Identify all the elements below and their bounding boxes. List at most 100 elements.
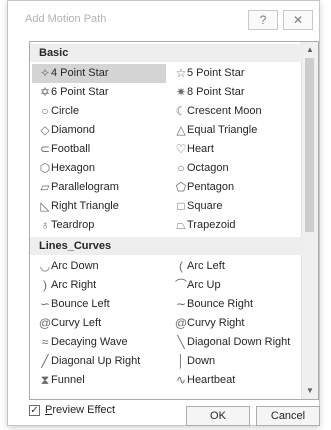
- list-item[interactable]: ✧ 4 Point Star: [32, 64, 166, 83]
- list-item[interactable]: ✷ 8 Point Star: [168, 83, 304, 102]
- list-item-label: 8 Point Star: [187, 86, 245, 98]
- list-item-label: Octagon: [187, 162, 229, 174]
- list-item-label: Decaying Wave: [51, 336, 128, 348]
- list-item[interactable]: ) Arc Right: [32, 276, 168, 295]
- list-item[interactable]: ⌒ Arc Up: [168, 276, 304, 295]
- trapezoid-icon: ⏢: [176, 218, 186, 232]
- help-button[interactable]: ?: [248, 10, 278, 30]
- diagonal-down-right-icon: ╲: [177, 335, 185, 349]
- list-item[interactable]: ╲ Diagonal Down Right: [168, 333, 304, 352]
- list-item[interactable]: ◺ Right Triangle: [32, 197, 168, 216]
- diagonal-up-right-icon: ╱: [41, 354, 49, 368]
- scrollbar-thumb[interactable]: [305, 58, 314, 232]
- list-item-label: Bounce Right: [187, 298, 254, 310]
- four-point-star-icon: ✧: [39, 66, 51, 80]
- list-item[interactable]: ○ Octagon: [168, 159, 304, 178]
- list-item-label: Funnel: [51, 374, 85, 386]
- close-button[interactable]: ✕: [283, 10, 313, 30]
- list-item-label: Hexagon: [51, 162, 96, 174]
- heartbeat-icon: ∿: [175, 373, 187, 387]
- list-item[interactable]: ⬠ Pentagon: [168, 178, 304, 197]
- list-item[interactable]: ☾ Crescent Moon: [168, 102, 304, 121]
- list-item[interactable]: ⬡ Hexagon: [32, 159, 168, 178]
- checkbox-box[interactable]: ✓: [29, 405, 40, 416]
- list-item-label: Down: [187, 355, 216, 367]
- list-item[interactable]: @ Curvy Left: [32, 314, 168, 333]
- section-header: Basic: [30, 44, 303, 62]
- list-item-label: Diamond: [51, 124, 96, 136]
- list-item-label: Parallelogram: [51, 181, 119, 193]
- list-item-label: Equal Triangle: [187, 124, 258, 136]
- list-item-label: Football: [51, 143, 91, 155]
- list-item[interactable]: ◇ Diamond: [32, 121, 168, 140]
- checkmark-icon: ✓: [30, 405, 39, 416]
- scroll-down-arrow-icon[interactable]: ▼: [302, 384, 318, 398]
- list-item-label: Teardrop: [51, 219, 95, 231]
- list-item-label: 5 Point Star: [187, 67, 245, 79]
- decaying-wave-icon: ≈: [41, 335, 49, 349]
- square-icon: □: [177, 199, 185, 213]
- list-item-label: Bounce Left: [51, 298, 110, 310]
- list-item[interactable]: ⊂ Football: [32, 140, 168, 159]
- list-item[interactable]: ∿ Heartbeat: [168, 371, 304, 390]
- list-item-label: Heartbeat: [187, 374, 236, 386]
- teardrop-icon: ♁: [40, 218, 50, 232]
- list-item-label: Circle: [51, 105, 80, 117]
- list-item[interactable]: ♡ Heart: [168, 140, 304, 159]
- list-item-label: Heart: [187, 143, 214, 155]
- list-item[interactable]: △ Equal Triangle: [168, 121, 304, 140]
- list-item-label: 6 Point Star: [51, 86, 109, 98]
- close-icon: ✕: [292, 13, 304, 27]
- add-motion-path-dialog: Add Motion Path ? ✕ ▲ ▼ Basic ✧ 4 Point St…: [7, 0, 320, 426]
- bounce-left-icon: ∽: [39, 297, 51, 311]
- list-item[interactable]: ∼ Bounce Right: [168, 295, 304, 314]
- list-item[interactable]: ╱ Diagonal Up Right: [32, 352, 168, 371]
- list-item[interactable]: ✡ 6 Point Star: [32, 83, 168, 102]
- list-item[interactable]: ◡ Arc Down: [32, 257, 168, 276]
- list-item[interactable]: (Arc Left: [168, 257, 304, 276]
- list-item[interactable]: @ Curvy Right: [168, 314, 304, 333]
- scroll-up-arrow-icon[interactable]: ▲: [302, 43, 318, 57]
- list-item-label: Crescent Moon: [187, 105, 262, 117]
- title-bar: Add Motion Path ? ✕: [8, 1, 319, 37]
- eight-point-star-icon: ✷: [175, 85, 187, 99]
- pentagon-icon: ⬠: [175, 180, 187, 194]
- ok-button[interactable]: OK: [186, 406, 250, 426]
- list-item[interactable]: ▱ Parallelogram: [32, 178, 168, 197]
- curvy-left-icon: @: [38, 316, 52, 330]
- list-item[interactable]: ○ Circle: [32, 102, 168, 121]
- list-item-label: Curvy Left: [51, 317, 102, 329]
- section-header: Lines_Curves: [30, 237, 303, 255]
- funnel-icon: ⧗: [40, 373, 50, 387]
- football-icon: ⊂: [39, 142, 51, 156]
- list-item-label: Square: [187, 200, 223, 212]
- motion-path-list[interactable]: ▲ ▼ Basic ✧ 4 Point Star ☆ 5 Point Star ✡ 6 Po…: [29, 41, 319, 400]
- parallelogram-icon: ▱: [40, 180, 50, 194]
- arc-left-icon: (: [179, 259, 183, 273]
- bounce-right-icon: ∼: [175, 297, 187, 311]
- arc-right-icon: ): [43, 278, 47, 292]
- five-point-star-icon: ☆: [175, 66, 187, 80]
- list-item[interactable]: ♁ Teardrop: [32, 216, 168, 235]
- circle-icon: ○: [41, 104, 49, 118]
- crescent-moon-icon: ☾: [175, 104, 187, 118]
- list-item-label: Arc Right: [51, 279, 97, 291]
- cancel-button[interactable]: Cancel: [256, 406, 320, 426]
- list-item-label: Curvy Right: [187, 317, 245, 329]
- list-item[interactable]: □ Square: [168, 197, 304, 216]
- list-item-label: Diagonal Down Right: [187, 336, 291, 348]
- dialog-title: Add Motion Path: [25, 13, 107, 25]
- list-item[interactable]: ⧗ Funnel: [32, 371, 168, 390]
- list-item[interactable]: ∽ Bounce Left: [32, 295, 168, 314]
- list-item[interactable]: ☆ 5 Point Star: [168, 64, 304, 83]
- six-point-star-icon: ✡: [39, 85, 51, 99]
- list-item-label: Arc Up: [187, 279, 221, 291]
- list-item-label: Right Triangle: [51, 200, 119, 212]
- list-item-label: 4 Point Star: [51, 67, 109, 79]
- list-item[interactable]: │ Down: [168, 352, 304, 371]
- list-item[interactable]: ≈ Decaying Wave: [32, 333, 168, 352]
- list-item[interactable]: ⏢ Trapezoid: [168, 216, 304, 235]
- arc-down-icon: ◡: [39, 259, 51, 273]
- preview-effect-label[interactable]: Preview Effect: [45, 404, 115, 416]
- diamond-icon: ◇: [40, 123, 50, 137]
